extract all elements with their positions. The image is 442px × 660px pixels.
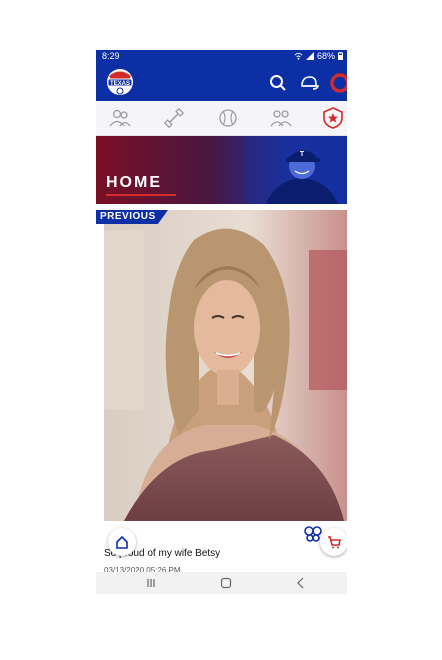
phone-screen: 8:29 68% TEXAS T HOME PREVIOUS So proud … xyxy=(96,50,347,594)
recents-icon[interactable] xyxy=(144,576,158,590)
baseball-icon[interactable] xyxy=(216,107,240,129)
status-time: 8:29 xyxy=(102,51,120,61)
cap-icon[interactable] xyxy=(299,73,319,93)
people-icon[interactable] xyxy=(108,107,132,129)
search-icon[interactable] xyxy=(268,73,288,93)
dumbbell-icon[interactable] xyxy=(162,107,186,129)
cart-button[interactable] xyxy=(320,528,347,556)
cart-icon xyxy=(328,536,341,549)
page-title: HOME xyxy=(106,174,162,191)
battery-percent: 68% xyxy=(316,51,335,61)
home-nav-icon[interactable] xyxy=(219,576,233,590)
home-banner: T HOME xyxy=(96,136,347,204)
app-bar: TEXAS xyxy=(96,64,347,101)
battery-icon xyxy=(338,52,343,60)
player-photo: T xyxy=(246,136,346,204)
wifi-icon xyxy=(294,52,303,60)
system-nav-bar xyxy=(96,572,347,594)
title-underline xyxy=(106,194,176,196)
shield-star-icon[interactable] xyxy=(321,107,345,129)
ring-icon[interactable] xyxy=(329,72,347,94)
signal-icon xyxy=(305,52,314,60)
status-bar: 8:29 68% xyxy=(96,50,347,64)
svg-text:T: T xyxy=(300,151,305,158)
status-icons: 68% xyxy=(294,51,343,61)
post-photo[interactable] xyxy=(104,210,347,521)
svg-text:TEXAS: TEXAS xyxy=(110,81,130,87)
back-icon[interactable] xyxy=(294,576,308,590)
group-icon[interactable] xyxy=(269,107,293,129)
team-logo[interactable]: TEXAS xyxy=(102,67,138,97)
previous-tag[interactable]: PREVIOUS xyxy=(96,210,168,224)
home-icon xyxy=(116,535,128,549)
home-button[interactable] xyxy=(108,528,136,556)
category-bar xyxy=(96,101,347,136)
